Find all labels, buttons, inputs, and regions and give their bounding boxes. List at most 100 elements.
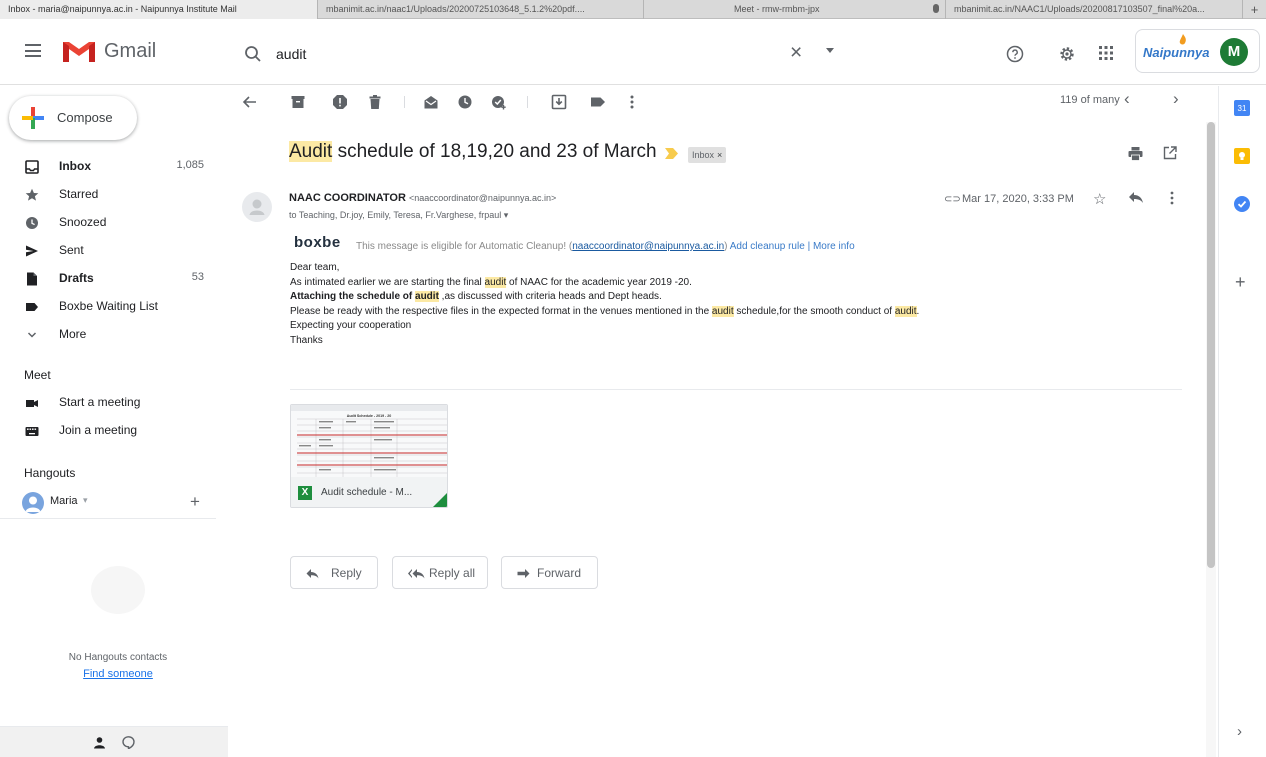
more-info-link[interactable]: More info [813,241,855,252]
sidebar-item-label: More [59,327,87,341]
search-options-icon[interactable] [826,48,834,53]
sender-email-link[interactable]: naaccoordinator@naipunnya.ac.in [572,241,724,252]
apps-grid-icon[interactable] [1098,45,1114,61]
sidebar-item-boxbe-waiting-list[interactable]: Boxbe Waiting List [0,293,216,321]
delete-icon[interactable] [367,94,383,110]
new-tab-button[interactable]: + [1243,0,1266,18]
browser-tab-meet[interactable]: Meet - rmw-rmbm-jpx [644,0,946,19]
search-input[interactable] [276,43,756,65]
account-avatar[interactable]: M [1220,38,1248,66]
body-text: Please be ready with the respective file… [290,305,712,317]
body-text: . [916,305,920,317]
sidebar-item-inbox[interactable]: Inbox 1,085 [0,153,216,181]
archive-icon[interactable] [290,94,306,110]
sidebar-item-label: Sent [59,243,84,257]
clear-search-icon[interactable]: × [790,42,802,64]
hangouts-tab-icon[interactable] [122,736,135,749]
contacts-tab-icon[interactable] [93,736,106,749]
snooze-icon[interactable] [457,94,473,110]
add-to-tasks-icon[interactable] [491,94,507,110]
video-icon [26,400,38,407]
label-chip-text: Inbox [692,150,715,160]
sender-name[interactable]: NAAC COORDINATOR [289,192,406,204]
report-spam-icon[interactable] [332,94,348,110]
add-contact-icon[interactable]: + [190,492,200,512]
organization-name: Naipunnya [1143,45,1210,60]
forward-button[interactable]: Forward [501,556,598,589]
hangouts-user[interactable]: Maria ▾ + [22,490,222,514]
expand-side-panel-icon[interactable]: › [1237,723,1242,740]
sidebar-item-label: Starred [59,187,99,201]
send-icon [26,245,38,257]
calendar-icon[interactable]: 31 [1234,100,1250,116]
keep-icon[interactable] [1234,148,1250,164]
no-contacts-text: No Hangouts contacts [68,652,168,663]
more-actions-icon[interactable] [1169,190,1175,206]
boxbe-notice: This message is eligible for Automatic C… [356,241,855,252]
star-message-icon[interactable]: ☆ [1093,190,1106,208]
help-icon[interactable] [1006,45,1024,63]
sidebar-item-more[interactable]: More [0,321,216,349]
settings-gear-icon[interactable] [1058,45,1076,63]
reply-button-label: Reply [331,566,362,580]
get-addons-icon[interactable]: + [1235,272,1246,293]
subject-text: schedule of 18,19,20 and 23 of March [332,141,657,162]
attachment-card[interactable]: Audit Schedule - 2019 - 20 X Audit sched… [290,404,448,508]
remove-label-icon[interactable]: × [717,150,722,160]
body-line: Please be ready with the respective file… [290,305,919,320]
next-page-icon[interactable]: › [1173,89,1179,109]
previous-page-icon[interactable]: ‹ [1124,89,1130,109]
account-switcher[interactable]: Naipunnya M [1135,29,1260,73]
labels-icon[interactable] [590,94,606,110]
add-cleanup-rule-link[interactable]: Add cleanup rule [730,241,805,252]
excel-file-icon: X [298,486,312,500]
find-someone-link[interactable]: Find someone [0,668,236,680]
email-subject: Audit schedule of 18,19,20 and 23 of Mar… [289,141,657,163]
open-in-new-window-icon[interactable] [1163,146,1177,160]
sidebar-item-snoozed[interactable]: Snoozed [0,209,216,237]
main-menu-icon[interactable] [25,44,41,57]
tasks-icon[interactable] [1234,196,1250,212]
sidebar-footer [0,726,228,757]
file-corner-icon [431,491,447,507]
label-icon [26,303,38,311]
browser-tab-gmail[interactable]: Inbox - maria@naipunnya.ac.in - Naipunny… [0,0,318,19]
browser-tab-upload-1[interactable]: mbanimit.ac.in/naac1/Uploads/20200725103… [318,0,644,19]
app-name: Gmail [104,40,157,62]
more-options-icon[interactable] [624,94,640,110]
start-meeting-item[interactable]: Start a meeting [0,389,216,417]
side-panel: 31 + › [1218,86,1266,757]
reply-all-button[interactable]: Reply all [392,556,488,589]
sidebar-item-sent[interactable]: Sent [0,237,216,265]
sidebar-item-label: Drafts [59,271,94,285]
scrollbar-thumb[interactable] [1207,122,1215,568]
caret-down-icon: ▾ [83,495,88,505]
recipients-toggle[interactable]: to Teaching, Dr.joy, Emily, Teresa, Fr.V… [289,210,508,221]
reply-icon[interactable] [1128,190,1144,204]
compose-button[interactable]: Compose [9,96,137,140]
spreadsheet-thumbnail: Audit Schedule - 2019 - 20 [291,405,447,477]
move-to-icon[interactable] [551,94,567,110]
thumbnail-title: Audit Schedule - 2019 - 20 [347,414,392,418]
recipients-list: to Teaching, Dr.joy, Emily, Teresa, Fr.V… [289,210,502,220]
mark-unread-icon[interactable] [423,94,439,110]
importance-marker-icon[interactable] [665,148,678,159]
body-text: As intimated earlier we are starting the… [290,276,485,288]
sidebar-item-starred[interactable]: Starred [0,181,216,209]
sidebar-item-label: Inbox [59,159,91,173]
print-icon[interactable] [1128,146,1143,161]
reply-button[interactable]: Reply [290,556,378,589]
gmail-logo-icon[interactable] [61,38,97,64]
boxbe-notice-text: This message is eligible for Automatic C… [356,241,573,252]
search-icon[interactable] [244,45,262,63]
vertical-scrollbar[interactable] [1206,122,1216,757]
body-text: schedule,for the smooth conduct of [733,305,895,317]
back-arrow-icon[interactable] [242,94,258,110]
browser-tab-title: Meet - rmw-rmbm-jpx [734,4,820,14]
chevron-down-icon [27,332,37,338]
join-meeting-item[interactable]: Join a meeting [0,417,216,445]
browser-tab-upload-2[interactable]: mbanimit.ac.in/NAAC1/Uploads/20200817103… [946,0,1243,19]
sender-avatar[interactable] [242,192,272,222]
sidebar-item-label: Snoozed [59,215,107,229]
sidebar-item-drafts[interactable]: Drafts 53 [0,265,216,293]
